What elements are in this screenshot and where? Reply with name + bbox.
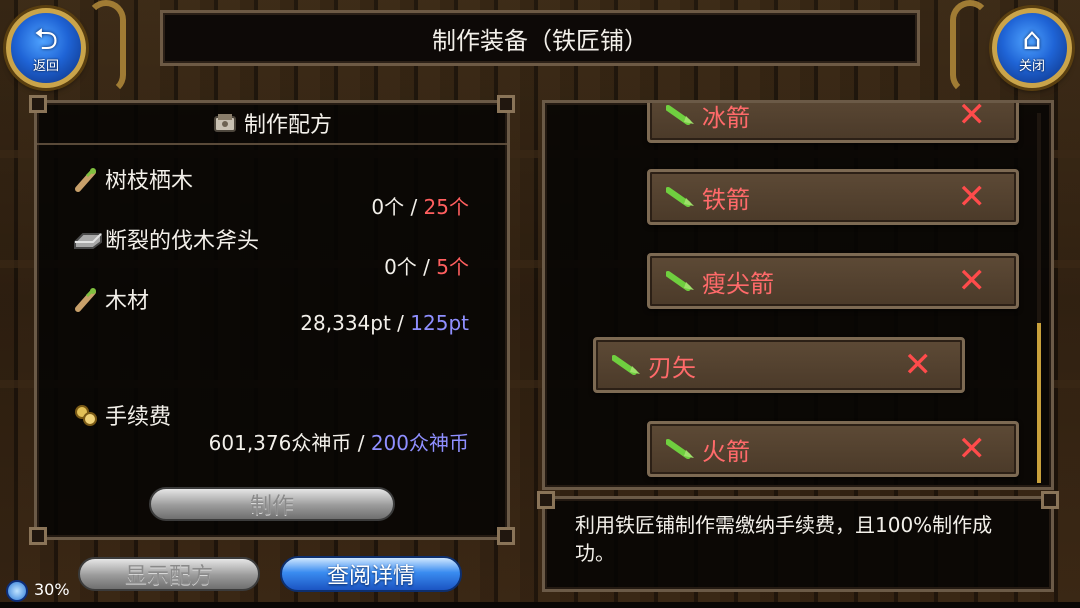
material-have: 28,334pt [300,311,391,335]
item-name: 铁箭 [702,185,750,214]
description-panel: 利用铁匠铺制作需缴纳手续费，且100%制作成功。 [537,491,1059,592]
cross-icon: ✕ [957,261,987,301]
arrow-icon [666,105,694,125]
make-button[interactable]: 制作 [149,487,395,521]
cross-icon: ✕ [957,429,987,469]
material-need: 5个 [436,255,469,279]
material-need: 25个 [423,195,469,219]
fee-have: 601,376众神币 [208,431,352,455]
home-icon: ⌂ [1022,22,1042,57]
back-arrow-icon: ⮌ [33,22,59,57]
show-recipe-button[interactable]: 显示配方 [78,557,260,591]
corner-ornament [537,491,555,509]
fee-label: 手续费 [105,405,172,430]
recipe-panel: 制作配方 树枝栖木 0个 / 25个 断裂的伐木斧头 0个 / 5个 木材 28… [29,95,515,545]
material-row: 木材 [73,283,149,315]
list-item-selected[interactable]: 刃矢 ✕ [593,337,965,393]
material-have: 0个 [384,255,417,279]
item-name: 冰箭 [702,103,750,132]
battery-icon [6,580,28,602]
arrow-icon [612,355,640,375]
ornament [86,0,126,95]
close-button[interactable]: ⌂ 关闭 [992,8,1072,88]
cross-icon: ✕ [957,177,987,217]
close-label: 关闭 [1018,59,1045,74]
material-have: 0个 [371,195,405,219]
arrow-icon [666,271,694,291]
back-button[interactable]: ⮌ 返回 [6,8,86,88]
material-count: 0个 / 5个 [384,255,469,279]
list-item[interactable]: 瘦尖箭 ✕ [647,253,1019,309]
item-name: 瘦尖箭 [702,269,774,298]
material-name: 断裂的伐木斧头 [105,229,260,254]
ingot-icon [73,226,102,252]
item-name: 刃矢 [648,353,696,382]
corner-ornament [497,527,515,545]
page-title: 制作装备（铁匠铺） [432,26,648,55]
scrollbar-thumb[interactable] [1037,323,1041,483]
material-count: 28,334pt / 125pt [300,311,469,335]
fee-count: 601,376众神币 / 200众神币 [208,431,469,455]
cross-icon: ✕ [957,100,987,135]
view-details-button[interactable]: 查阅详情 [280,556,462,592]
recipe-title: 制作配方 [243,113,332,138]
recipe-book-icon [212,110,238,136]
list-item[interactable]: 火箭 ✕ [647,421,1019,477]
arrow-icon [666,187,694,207]
cross-icon: ✕ [903,345,933,385]
arrow-icon [666,439,694,459]
battery-percent: 30% [34,580,70,599]
branch-icon [73,286,99,312]
material-need: 125pt [410,311,469,335]
back-label: 返回 [32,59,59,74]
material-row: 树枝栖木 [73,163,193,195]
recipe-header: 制作配方 [37,103,507,145]
material-row: 断裂的伐木斧头 [73,223,259,255]
list-item[interactable]: 铁箭 ✕ [647,169,1019,225]
item-name: 火箭 [702,437,750,466]
ornament [950,0,990,95]
arrow-list-panel: 冰箭 ✕ 铁箭 ✕ 瘦尖箭 ✕ 刃矢 ✕ 火箭 ✕ [542,100,1054,490]
title-bar: 制作装备（铁匠铺） [160,10,920,66]
fee-row: 手续费 [73,399,171,431]
material-count: 0个 / 25个 [371,195,469,219]
corner-ornament [1041,491,1059,509]
list-item[interactable]: 冰箭 ✕ [647,100,1019,143]
material-name: 木材 [105,289,150,314]
description-text: 利用铁匠铺制作需缴纳手续费，且100%制作成功。 [575,513,993,565]
fee-need: 200众神币 [370,431,469,455]
material-name: 树枝栖木 [105,169,194,194]
branch-icon [73,166,99,192]
bottom-bar [0,602,1080,608]
corner-ornament [29,527,47,545]
coins-icon [73,402,99,428]
